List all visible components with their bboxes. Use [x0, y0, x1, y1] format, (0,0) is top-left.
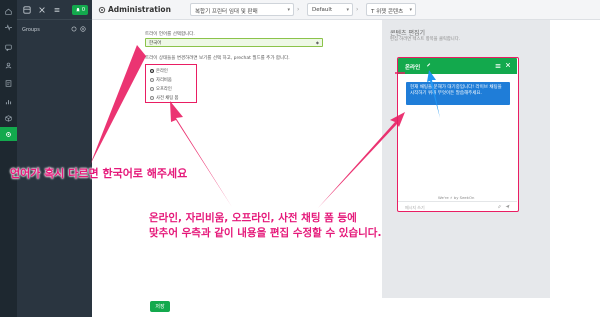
attachment-icon[interactable]	[497, 204, 502, 209]
groups-label: Groups	[22, 27, 40, 33]
breadcrumb-chevron-icon: ›	[297, 6, 300, 13]
chevron-down-icon: ▾	[346, 7, 349, 13]
radio-dot	[150, 87, 154, 91]
section-select-value: T 위젯 콘텐츠	[371, 9, 404, 15]
message-input[interactable]: 메시지 쓰기	[398, 201, 517, 210]
chat-icon[interactable]	[3, 42, 14, 52]
radio-label: 사전 채팅 폼	[156, 96, 179, 101]
department-select-value: Default	[312, 7, 333, 13]
groups-actions	[71, 26, 86, 32]
widget-header: 온라인	[398, 58, 517, 74]
close-icon[interactable]	[505, 62, 511, 68]
radio-dot	[150, 96, 154, 100]
save-button[interactable]: 저장	[150, 301, 170, 312]
tools-icon[interactable]	[37, 5, 47, 15]
message-placeholder: 메시지 쓰기	[405, 205, 425, 210]
menu-icon[interactable]	[495, 63, 501, 69]
status-annotation-line2: 맞추어 우측과 같이 내용을 편집 수정할 수 있습니다.	[149, 227, 382, 239]
preview-subtitle: 편집 하려면 텍스트 항목을 클릭합니다.	[390, 37, 461, 42]
add-group-icon[interactable]	[80, 26, 86, 32]
breadcrumb-chevron-icon: ›	[356, 6, 359, 13]
sidebar-toolbar: 0	[17, 0, 92, 20]
language-annotation: 언어가 혹시 다르면 한국어로 해주세요	[10, 167, 188, 180]
section-select[interactable]: T 위젯 콘텐츠 ▾	[366, 3, 416, 16]
top-header: Administration 복합기 프린터 임대 및 판매 ▾ › Defau…	[92, 0, 600, 20]
pencil-annotation-line1: 연필을 누르시면	[409, 118, 491, 132]
language-value: 한국어	[149, 41, 162, 46]
radio-label: 온라인	[156, 69, 168, 74]
chevron-down-icon: ▾	[409, 7, 412, 13]
language-select[interactable]: 한국어 ◆	[145, 38, 323, 47]
radio-label: 자리비움	[156, 78, 172, 83]
home-icon[interactable]	[3, 6, 14, 16]
radio-label: 오프라인	[156, 87, 172, 92]
groups-sidebar: 0 Groups	[17, 0, 92, 317]
language-label: 트라이 언어를 선택합니다.	[145, 32, 195, 37]
administration-gear-icon	[98, 6, 106, 14]
chevron-down-icon: ▾	[287, 7, 290, 13]
company-select[interactable]: 복합기 프린터 임대 및 판매 ▾	[190, 3, 294, 16]
powered-by: We're ⚡ by SeekOn	[438, 195, 475, 200]
stats-icon[interactable]	[3, 96, 14, 106]
pencil-annotation-line3: 있습니다.	[409, 146, 458, 160]
status-annotation: 온라인, 자리비움, 오프라인, 사전 채팅 폼 등에 맞추어 우측과 같이 내…	[149, 211, 381, 241]
radio-dot	[150, 78, 154, 82]
widget-title[interactable]: 온라인	[405, 63, 420, 71]
status-label: 트라이 상태들을 변경하려면 보기를 선택 하고, prechat 필드를 추가…	[145, 56, 290, 61]
pencil-annotation-line2: 내용을 편집할 수	[409, 132, 495, 146]
radio-offline[interactable]: 오프라인	[150, 86, 172, 92]
status-annotation-line1: 온라인, 자리비움, 오프라인, 사전 채팅 폼 등에	[149, 212, 357, 224]
company-select-value: 복합기 프린터 임대 및 판매	[195, 9, 258, 15]
contacts-icon[interactable]	[3, 60, 14, 70]
list-icon[interactable]	[52, 5, 62, 15]
settings-gear-icon[interactable]	[0, 127, 17, 141]
radio-away[interactable]: 자리비움	[150, 77, 172, 83]
radio-online[interactable]: 온라인	[150, 68, 168, 74]
welcome-message[interactable]: 현재 채팅을 문해가 대기중입니다! 라이브 채팅을 시작하기 위해 무엇이든 …	[406, 82, 510, 105]
bell-icon	[76, 7, 80, 12]
page-title: Administration	[108, 5, 171, 14]
pencil-icon[interactable]	[426, 62, 431, 68]
radio-dot	[150, 69, 154, 73]
right-blank-area	[550, 20, 600, 317]
notifications-button[interactable]: 0	[72, 5, 88, 15]
send-icon[interactable]	[505, 204, 510, 209]
icon-rail	[0, 0, 17, 317]
chevron-down-icon: ◆	[315, 40, 319, 45]
widgets-icon[interactable]	[22, 5, 32, 15]
department-select[interactable]: Default ▾	[307, 3, 353, 16]
pencil-annotation: 연필을 누르시면 내용을 편집할 수 있습니다.	[409, 118, 495, 160]
cube-icon[interactable]	[3, 113, 14, 123]
reports-icon[interactable]	[3, 78, 14, 88]
pulse-icon[interactable]	[3, 22, 14, 32]
refresh-icon[interactable]	[71, 26, 77, 32]
notification-count: 0	[81, 7, 86, 13]
status-radio-group: 온라인 자리비움 오프라인 사전 채팅 폼	[145, 64, 197, 103]
radio-prechat-form[interactable]: 사전 채팅 폼	[150, 95, 179, 101]
